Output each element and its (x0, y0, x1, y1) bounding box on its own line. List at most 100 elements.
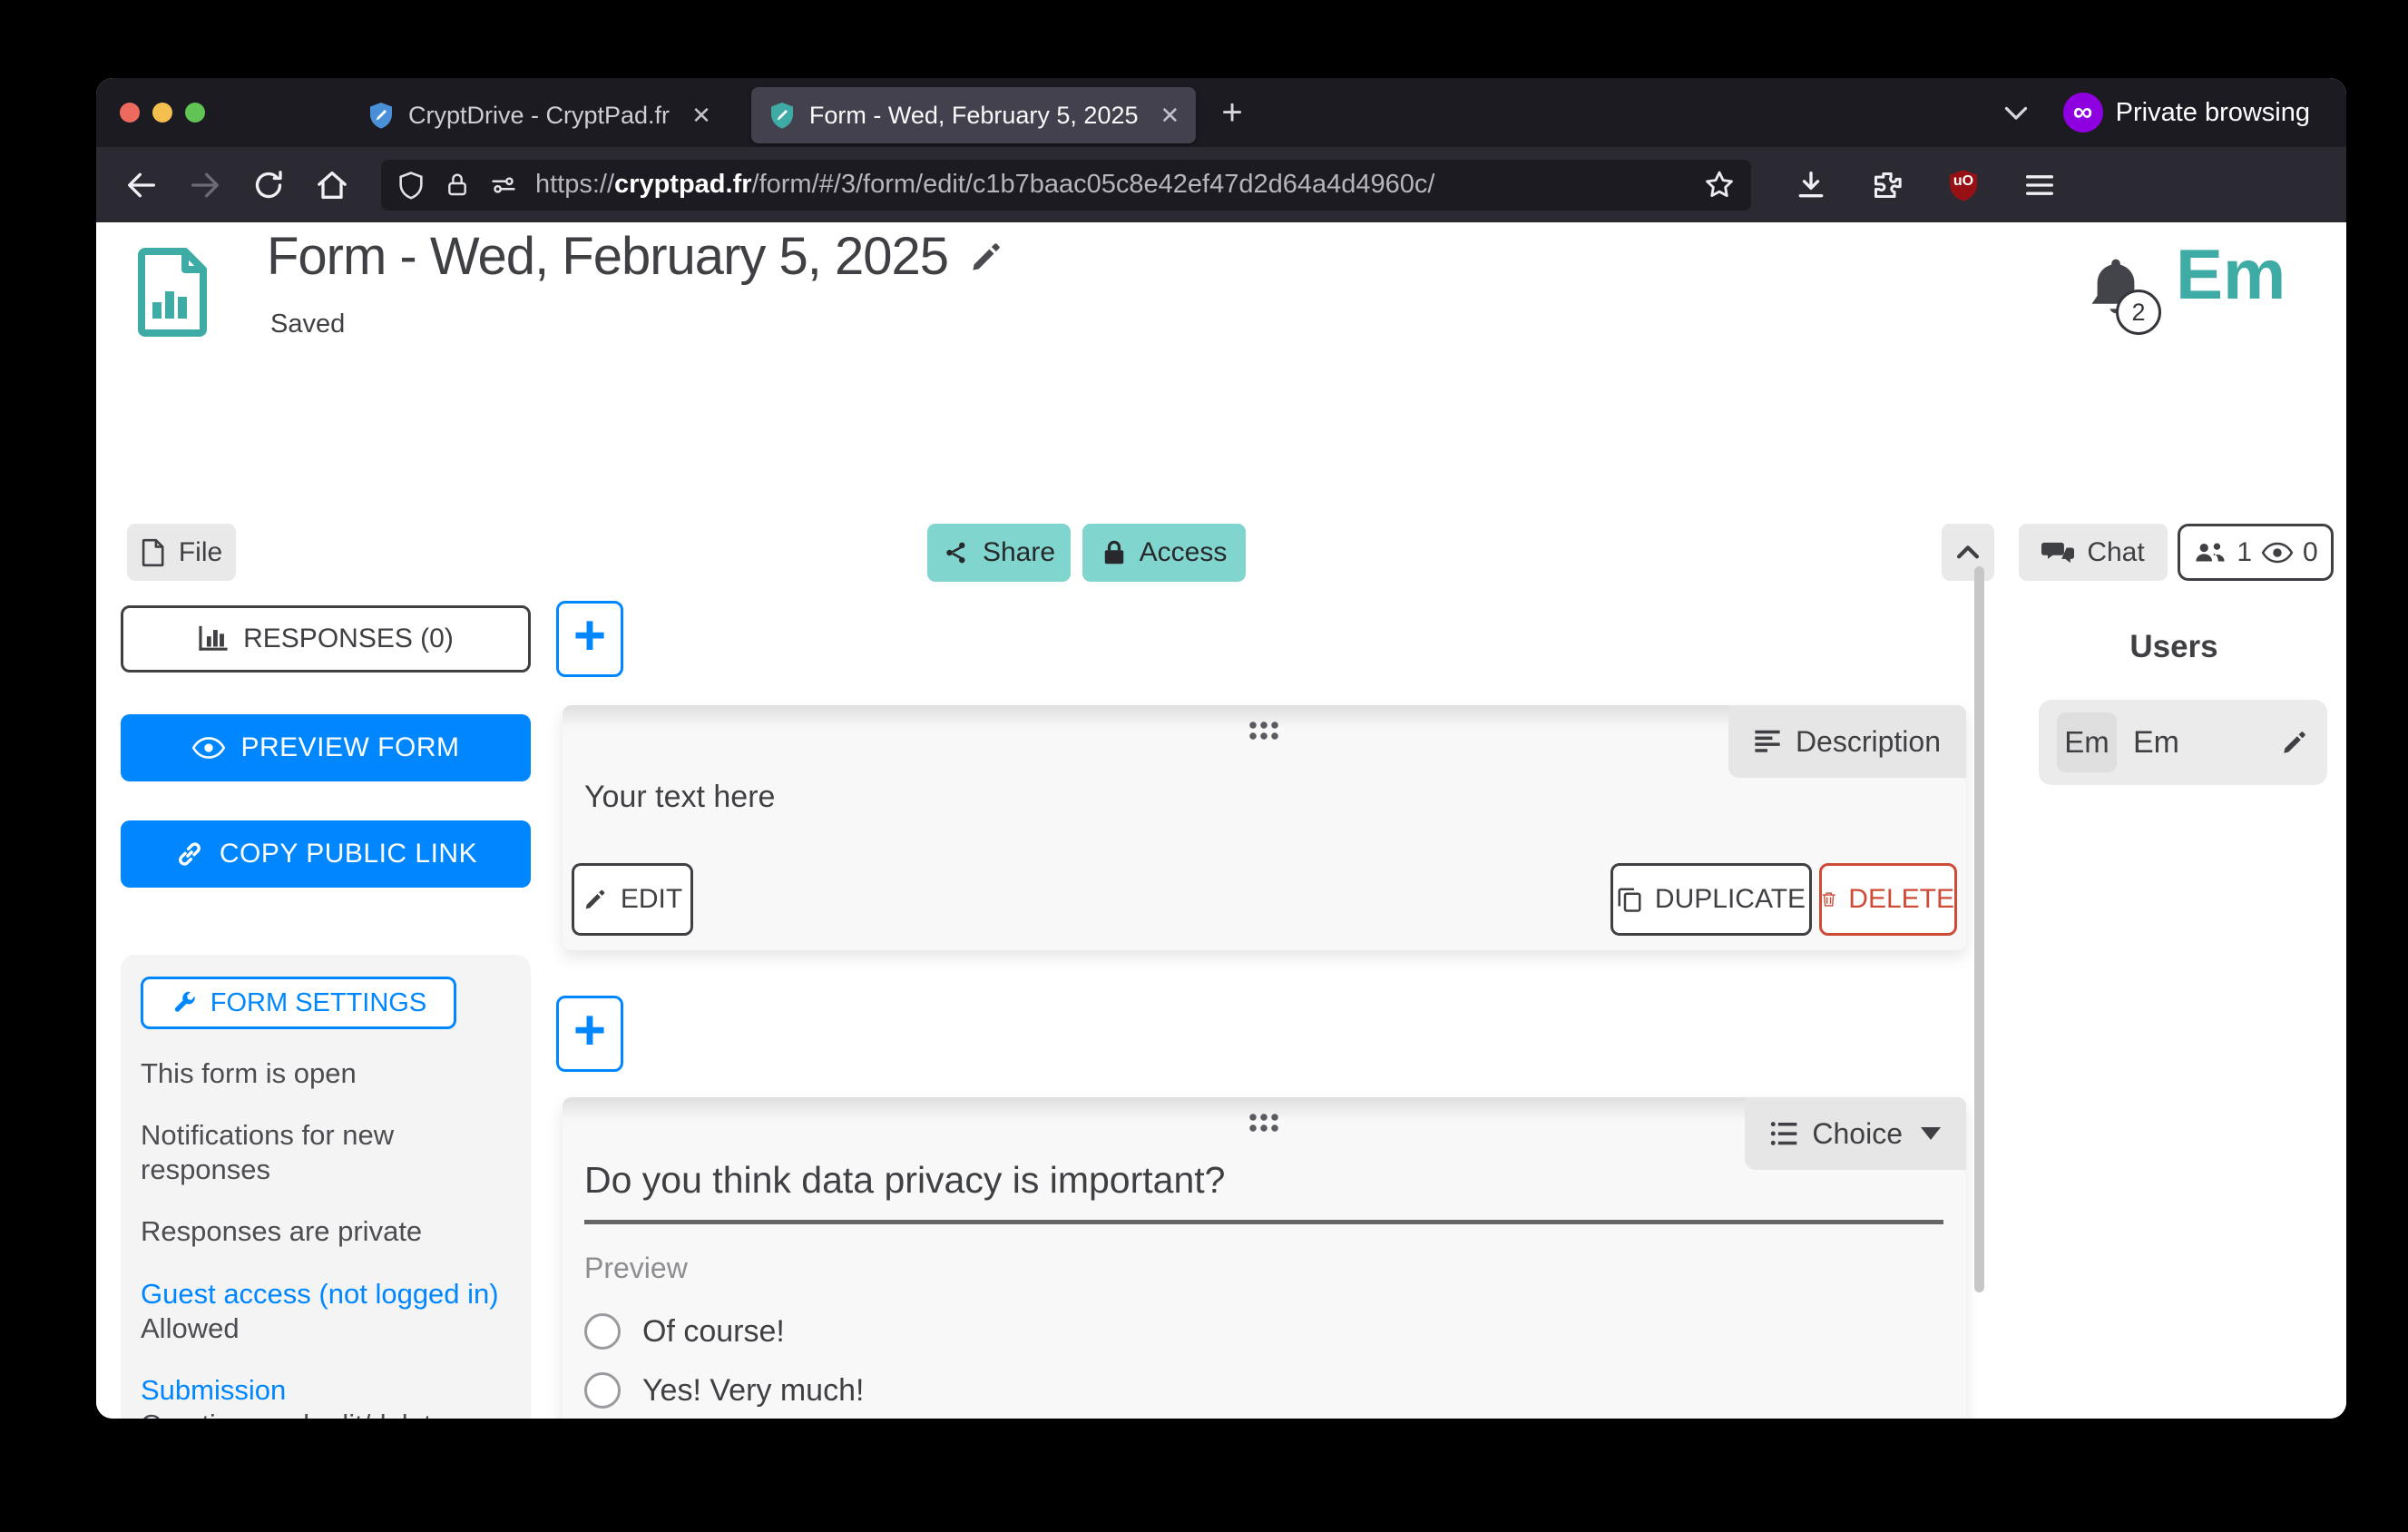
reload-button[interactable] (250, 167, 287, 203)
tab-form[interactable]: Form - Wed, February 5, 2025 ✕ (751, 87, 1196, 143)
block-type-tab[interactable]: Description (1728, 705, 1966, 778)
chat-label: Chat (2087, 537, 2144, 568)
new-tab-button[interactable]: + (1221, 94, 1242, 131)
description-block: Description Your text here EDIT DUPLICAT… (563, 705, 1966, 950)
choice-option-label: Yes! Very much! (642, 1373, 864, 1409)
share-button[interactable]: Share (927, 524, 1071, 582)
permissions-icon[interactable] (488, 170, 519, 201)
duplicate-icon (1617, 886, 1642, 913)
block-type-tab[interactable]: Choice (1745, 1097, 1966, 1170)
form-settings-label: FORM SETTINGS (210, 988, 426, 1018)
form-settings-panel: FORM SETTINGS This form is open Notifica… (121, 955, 531, 1419)
url-bar[interactable]: https://cryptpad.fr/form/#/3/form/edit/c… (381, 160, 1751, 211)
ublock-origin-icon[interactable]: uO (1945, 167, 1982, 203)
document-title-text: Form - Wed, February 5, 2025 (267, 226, 948, 287)
block-type-label: Description (1796, 725, 1941, 759)
users-group-icon (2193, 539, 2227, 566)
tab-bar: CryptDrive - CryptPad.fr ✕ Form - Wed, F… (96, 78, 2346, 147)
rename-pencil-icon[interactable] (968, 239, 1004, 275)
radio-button[interactable] (584, 1372, 621, 1409)
submission-link[interactable]: Submission (141, 1373, 511, 1408)
form-open-status: This form is open (141, 1056, 511, 1091)
tab-close-icon[interactable]: ✕ (1160, 102, 1180, 130)
plus-icon: + (573, 608, 606, 664)
extensions-puzzle-icon[interactable] (1869, 167, 1905, 203)
access-label: Access (1140, 537, 1228, 568)
toolbar: File Share Access Chat 1 0 (96, 524, 2346, 582)
guest-access-value: Allowed (141, 1311, 511, 1346)
add-block-button[interactable]: + (556, 996, 623, 1072)
downloads-icon[interactable] (1793, 167, 1829, 203)
submission-value: One time and edit/delete (141, 1408, 511, 1419)
duplicate-button[interactable]: DUPLICATE (1610, 863, 1812, 936)
access-button[interactable]: Access (1082, 524, 1246, 582)
user-avatar[interactable]: Em (2176, 233, 2286, 316)
drag-handle-icon[interactable] (1249, 722, 1280, 740)
notifications-button[interactable]: 2 (2083, 253, 2152, 331)
delete-button[interactable]: DELETE (1819, 863, 1957, 936)
delete-label: DELETE (1848, 884, 1954, 915)
collapse-toolbar-button[interactable] (1942, 524, 1994, 581)
chevron-up-icon (1953, 537, 1983, 568)
eye-icon (2261, 540, 2294, 565)
share-label: Share (983, 537, 1055, 568)
add-block-button[interactable]: + (556, 601, 623, 677)
close-window-button[interactable] (120, 103, 140, 123)
user-list-item: Em Em (2039, 700, 2327, 785)
tab-list-chevron-icon[interactable] (2000, 96, 2032, 129)
question-text[interactable]: Do you think data privacy is important? (584, 1159, 1225, 1202)
chat-button[interactable]: Chat (2019, 524, 2168, 581)
zoom-window-button[interactable] (185, 103, 205, 123)
back-button[interactable] (123, 167, 160, 203)
notification-count-badge: 2 (2116, 290, 2161, 335)
scrollbar-thumb[interactable] (1974, 566, 1984, 1292)
window-controls (120, 103, 205, 123)
private-browsing-label: Private browsing (2116, 98, 2310, 128)
form-settings-button[interactable]: FORM SETTINGS (141, 977, 456, 1029)
guest-access-link[interactable]: Guest access (not logged in) (141, 1277, 511, 1311)
responses-button[interactable]: RESPONSES (0) (121, 605, 531, 673)
drag-handle-icon[interactable] (1249, 1114, 1280, 1132)
edit-name-pencil-icon[interactable] (2280, 728, 2309, 757)
minimize-window-button[interactable] (152, 103, 172, 123)
file-menu-button[interactable]: File (127, 524, 236, 581)
duplicate-label: DUPLICATE (1655, 884, 1806, 915)
url-text: https://cryptpad.fr/form/#/3/form/edit/c… (535, 170, 1434, 200)
radio-button[interactable] (584, 1313, 621, 1350)
copy-public-link-button[interactable]: COPY PUBLIC LINK (121, 820, 531, 888)
share-icon (943, 539, 970, 566)
document-title: Form - Wed, February 5, 2025 (267, 226, 1004, 287)
notifications-status: Notifications for new responses (141, 1118, 511, 1187)
responses-privacy-status: Responses are private (141, 1214, 511, 1249)
private-browsing-mask-icon: ∞ (2063, 93, 2103, 133)
user-count-button[interactable]: 1 0 (2178, 524, 2334, 581)
tab-cryptdrive[interactable]: CryptDrive - CryptPad.fr ✕ (350, 87, 728, 143)
ublock-letters: uO (1945, 173, 1982, 190)
description-text: Your text here (584, 780, 775, 815)
form-document-icon (138, 248, 210, 337)
navigation-bar: https://cryptpad.fr/form/#/3/form/edit/c… (96, 147, 2346, 223)
private-browsing-indicator: ∞ Private browsing (2063, 93, 2310, 133)
lock-icon[interactable] (443, 171, 472, 200)
choice-option: Of course! (584, 1313, 785, 1350)
chat-bubbles-icon (2041, 538, 2074, 567)
menu-hamburger-icon[interactable] (2021, 167, 2058, 203)
home-button[interactable] (314, 167, 350, 203)
choice-list-icon (1770, 1121, 1797, 1146)
users-panel-title: Users (2002, 629, 2346, 665)
block-type-label: Choice (1812, 1117, 1903, 1151)
tab-close-icon[interactable]: ✕ (691, 102, 711, 130)
edit-button[interactable]: EDIT (572, 863, 693, 936)
tracking-shield-icon[interactable] (396, 170, 426, 201)
bookmark-star-icon[interactable] (1702, 168, 1737, 202)
save-status: Saved (270, 309, 345, 339)
url-domain: cryptpad.fr (614, 170, 751, 199)
forward-button[interactable] (187, 167, 223, 203)
bar-chart-icon (198, 624, 229, 653)
description-icon (1754, 729, 1781, 754)
choice-block: Choice Do you think data privacy is impo… (563, 1097, 1966, 1419)
cryptpad-app: Form - Wed, February 5, 2025 Saved 2 Em … (96, 222, 2346, 1419)
preview-form-button[interactable]: PREVIEW FORM (121, 714, 531, 781)
tab-title: Form - Wed, February 5, 2025 (809, 102, 1139, 130)
chevron-down-icon (1921, 1127, 1941, 1140)
